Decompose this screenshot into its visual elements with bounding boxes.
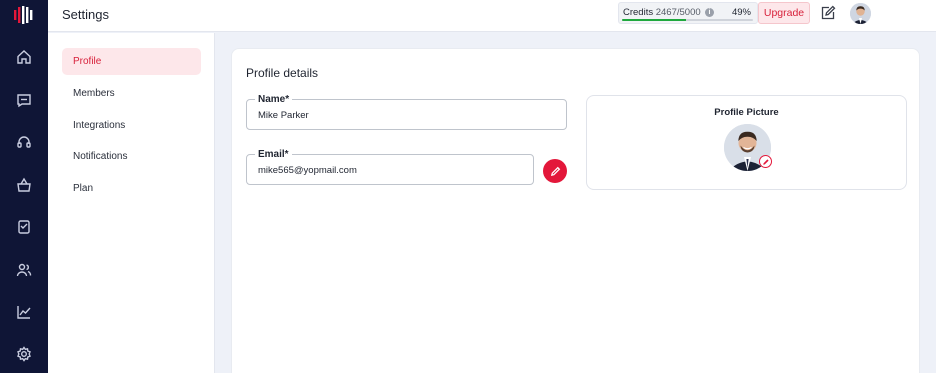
name-field-label: Name* (255, 94, 293, 105)
credits-percent: 49% (731, 7, 751, 18)
basket-icon[interactable] (14, 175, 34, 195)
info-icon[interactable]: i (705, 8, 714, 17)
profile-picture-card: Profile Picture (586, 95, 907, 190)
sidebar-item-members[interactable]: Members (62, 80, 201, 107)
email-input[interactable] (258, 165, 516, 176)
pencil-icon (550, 166, 560, 176)
profile-picture-title: Profile Picture (714, 107, 779, 118)
credits-progress-track (622, 19, 753, 21)
user-avatar[interactable] (850, 3, 871, 24)
brand-logo[interactable] (14, 6, 34, 24)
edit-email-button[interactable] (543, 159, 567, 183)
profile-card: Profile details Name* Email* Profile Pic… (231, 48, 920, 373)
tasks-icon[interactable] (14, 217, 34, 237)
analytics-icon[interactable] (14, 302, 34, 322)
home-icon[interactable] (14, 47, 34, 67)
name-input[interactable] (258, 110, 546, 121)
credits-label: Credits (623, 7, 654, 18)
email-field[interactable]: Email* (246, 149, 534, 185)
sidebar-item-notifications[interactable]: Notifications (62, 143, 201, 170)
app-rail (0, 0, 48, 373)
chat-icon[interactable] (14, 90, 34, 110)
email-field-label: Email* (255, 149, 292, 160)
sidebar-item-profile[interactable]: Profile (62, 48, 201, 75)
sidebar-item-plan[interactable]: Plan (62, 175, 201, 202)
name-field[interactable]: Name* (246, 94, 567, 130)
credits-meter: Credits 2467/5000 i 49% (618, 2, 758, 24)
page-title: Settings (62, 7, 109, 22)
section-title: Profile details (246, 66, 319, 80)
settings-sidebar: Profile Members Integrations Notificatio… (48, 33, 215, 373)
upgrade-button[interactable]: Upgrade (758, 2, 810, 24)
credits-progress-fill (622, 19, 687, 21)
credits-value: 2467/5000 (655, 7, 701, 18)
headset-icon[interactable] (14, 132, 34, 152)
settings-icon[interactable] (14, 344, 34, 364)
users-icon[interactable] (14, 260, 34, 280)
compose-icon[interactable] (820, 5, 836, 21)
sidebar-item-integrations[interactable]: Integrations (62, 112, 201, 139)
edit-avatar-icon[interactable] (759, 155, 772, 168)
